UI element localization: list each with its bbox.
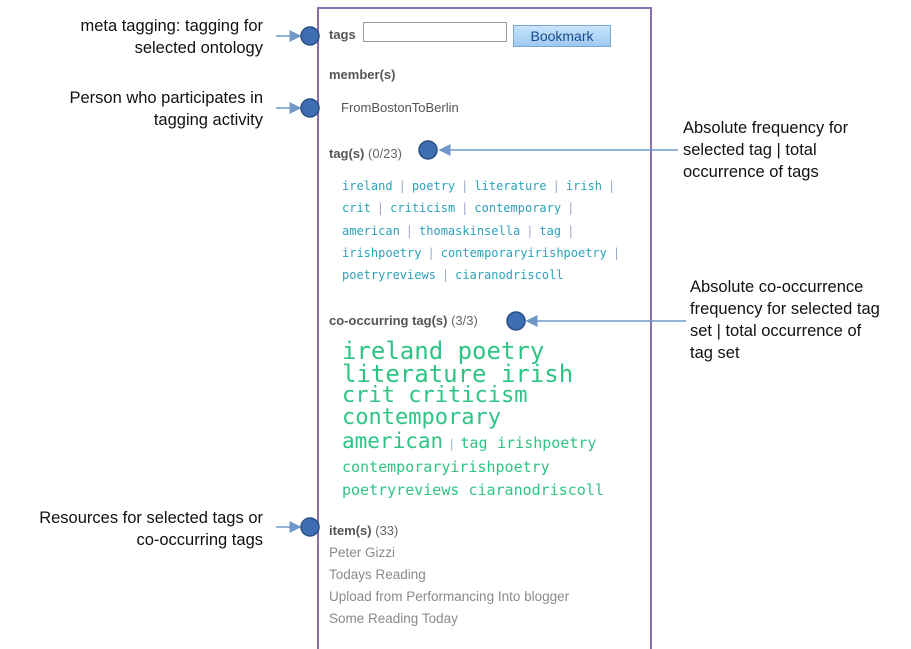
marker-dot [506,311,526,331]
marker-dot [300,517,320,537]
marker-dot [418,140,438,160]
marker-dot [300,98,320,118]
marker-dot [300,26,320,46]
annotation-arrows [276,26,686,537]
